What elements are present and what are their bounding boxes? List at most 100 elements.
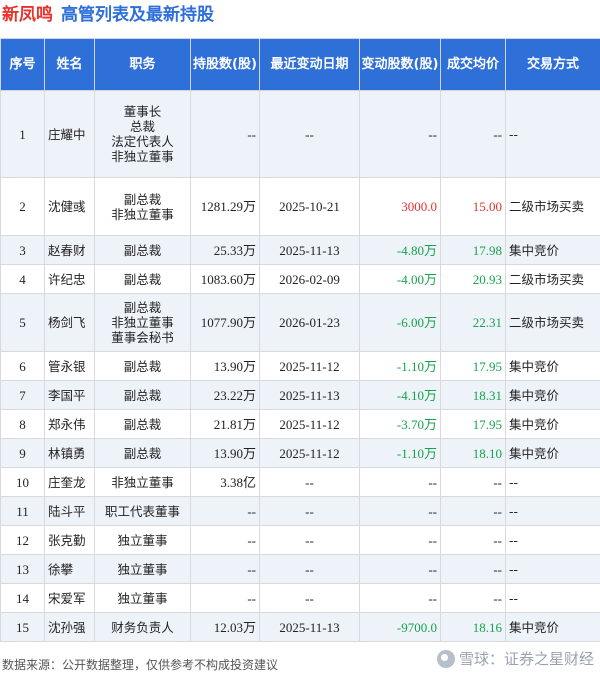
cell-duty: 独立董事 — [94, 583, 191, 613]
title-text: 高管列表及最新持股 — [61, 5, 214, 25]
cell-change: -4.00万 — [359, 264, 441, 294]
cell-change: -4.80万 — [359, 235, 441, 265]
header-name: 姓名 — [44, 38, 95, 91]
header-date: 最近变动日期 — [259, 38, 360, 91]
cell-date: -- — [259, 496, 360, 526]
cell-shares: -- — [190, 525, 260, 555]
cell-method: 集中竞价 — [505, 235, 600, 265]
cell-duty: 独立董事 — [94, 525, 191, 555]
table-row: 4 许纪忠 副总裁 1083.60万 2026-02-09 -4.00万 20.93 二级市场… — [0, 264, 600, 294]
cell-no: 9 — [0, 438, 45, 468]
cell-shares: 12.03万 — [190, 612, 260, 642]
table-row: 6 管永银 副总裁 13.90万 2025-11-12 -1.10万 17.95 集中竞价 — [0, 351, 600, 381]
cell-date: -- — [259, 554, 360, 584]
cell-date: 2025-11-13 — [259, 612, 360, 642]
brand-footer: 雪球：证券之星财经 — [436, 648, 594, 669]
cell-no: 6 — [0, 351, 45, 381]
cell-date: -- — [259, 583, 360, 613]
cell-no: 7 — [0, 380, 45, 410]
cell-shares: 25.33万 — [190, 235, 260, 265]
cell-price: -- — [440, 554, 506, 584]
cell-price: 20.93 — [440, 264, 506, 294]
duty-line: 副总裁 — [123, 445, 162, 461]
cell-price: -- — [440, 496, 506, 526]
cell-price: 18.10 — [440, 438, 506, 468]
cell-method: 集中竞价 — [505, 438, 600, 468]
duty-line: 独立董事 — [117, 590, 168, 606]
cell-name: 杨剑飞 — [44, 293, 95, 352]
cell-price: -- — [440, 90, 506, 178]
cell-method: 集中竞价 — [505, 409, 600, 439]
cell-change: -- — [359, 554, 441, 584]
table-row: 15 沈孙强 财务负责人 12.03万 2025-11-13 -9700.0 18.16 集中… — [0, 612, 600, 642]
cell-shares: 21.81万 — [190, 409, 260, 439]
cell-price: 17.95 — [440, 351, 506, 381]
duty-line: 独立董事 — [117, 532, 168, 548]
cell-change: 3000.0 — [359, 177, 441, 236]
brand-text: 雪球：证券之星财经 — [458, 650, 594, 668]
cell-name: 庄奎龙 — [44, 467, 95, 497]
cell-name: 管永银 — [44, 351, 95, 381]
duty-line: 法定代表人 — [111, 134, 174, 149]
cell-duty: 副总裁 — [94, 235, 191, 265]
duty-line: 非独立董事 — [111, 474, 174, 490]
cell-date: -- — [259, 90, 360, 178]
cell-method: -- — [505, 554, 600, 584]
cell-date: -- — [259, 467, 360, 497]
cell-shares: 1077.90万 — [190, 293, 260, 352]
cell-price: 18.31 — [440, 380, 506, 410]
cell-change: -- — [359, 496, 441, 526]
cell-change: -9700.0 — [359, 612, 441, 642]
table-row: 9 林镇勇 副总裁 13.90万 2025-11-12 -1.10万 18.10 集中竞价 — [0, 438, 600, 468]
duty-line: 副总裁 — [123, 358, 162, 374]
cell-name: 林镇勇 — [44, 438, 95, 468]
cell-duty: 副总裁 — [94, 351, 191, 381]
duty-line: 非独立董事 — [111, 206, 174, 222]
cell-shares: 13.90万 — [190, 351, 260, 381]
cell-name: 徐攀 — [44, 554, 95, 584]
cell-no: 8 — [0, 409, 45, 439]
table-row: 14 宋爱军 独立董事 -- -- -- -- -- — [0, 583, 600, 613]
cell-name: 李国平 — [44, 380, 95, 410]
cell-no: 10 — [0, 467, 45, 497]
duty-line: 职工代表董事 — [104, 503, 180, 519]
header-duty: 职务 — [94, 38, 191, 91]
cell-shares: 23.22万 — [190, 380, 260, 410]
cell-price: 17.95 — [440, 409, 506, 439]
cell-no: 11 — [0, 496, 45, 526]
cell-duty: 副总裁 — [94, 438, 191, 468]
table-row: 10 庄奎龙 非独立董事 3.38亿 -- -- -- -- — [0, 467, 600, 497]
table-row: 8 郑永伟 副总裁 21.81万 2025-11-12 -3.70万 17.95 集中竞价 — [0, 409, 600, 439]
cell-method: 集中竞价 — [505, 612, 600, 642]
table-row: 12 张克勤 独立董事 -- -- -- -- -- — [0, 525, 600, 555]
cell-duty: 副总裁 非独立董事 董事会秘书 — [94, 293, 191, 352]
cell-no: 15 — [0, 612, 45, 642]
duty-line: 非独立董事 — [111, 315, 174, 330]
cell-name: 赵春财 — [44, 235, 95, 265]
cell-price: -- — [440, 467, 506, 497]
cell-name: 宋爱军 — [44, 583, 95, 613]
table-header-row: 序号 姓名 职务 持股数(股) 最近变动日期 变动股数(股) 成交均价 交易方式 — [0, 38, 600, 91]
header-change: 变动股数(股) — [359, 38, 441, 91]
cell-method: -- — [505, 583, 600, 613]
cell-name: 郑永伟 — [44, 409, 95, 439]
cell-change: -4.10万 — [359, 380, 441, 410]
cell-name: 张克勤 — [44, 525, 95, 555]
cell-method: -- — [505, 525, 600, 555]
cell-duty: 副总裁 — [94, 380, 191, 410]
table-row: 2 沈健彧 副总裁 非独立董事 1281.29万 2025-10-21 3000.0 15.0… — [0, 177, 600, 236]
cell-name: 沈孙强 — [44, 612, 95, 642]
cell-method: 集中竞价 — [505, 380, 600, 410]
cell-method: -- — [505, 467, 600, 497]
duty-line: 副总裁 — [123, 191, 162, 207]
cell-duty: 独立董事 — [94, 554, 191, 584]
cell-name: 许纪忠 — [44, 264, 95, 294]
cell-no: 1 — [0, 90, 45, 178]
duty-line: 非独立董事 — [111, 149, 174, 164]
cell-name: 庄耀中 — [44, 90, 95, 178]
cell-price: -- — [440, 583, 506, 613]
cell-date: 2026-01-23 — [259, 293, 360, 352]
duty-line: 副总裁 — [123, 242, 162, 258]
cell-method: 二级市场买卖 — [505, 264, 600, 294]
header-no: 序号 — [0, 38, 45, 91]
